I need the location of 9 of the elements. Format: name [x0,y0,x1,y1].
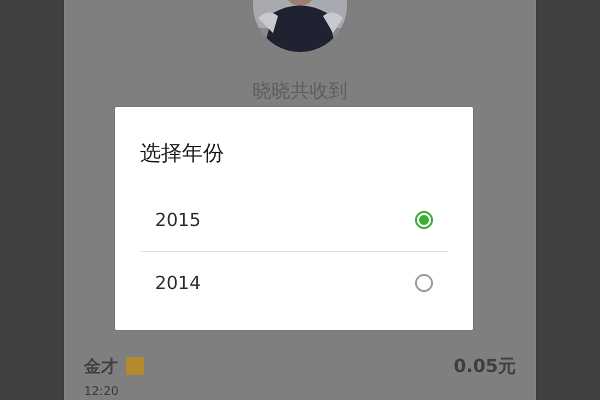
time-text: 12:20 [84,384,120,398]
sender-name: 金才 [84,356,118,378]
year-option[interactable]: 2015 [140,189,448,251]
year-option[interactable]: 2014 [140,251,448,314]
radio-button[interactable] [415,211,433,229]
badge-icon [126,357,144,375]
radio-button[interactable] [415,274,433,292]
amount-text: 0.05元 [454,355,516,378]
dialog-title: 选择年份 [140,140,225,167]
